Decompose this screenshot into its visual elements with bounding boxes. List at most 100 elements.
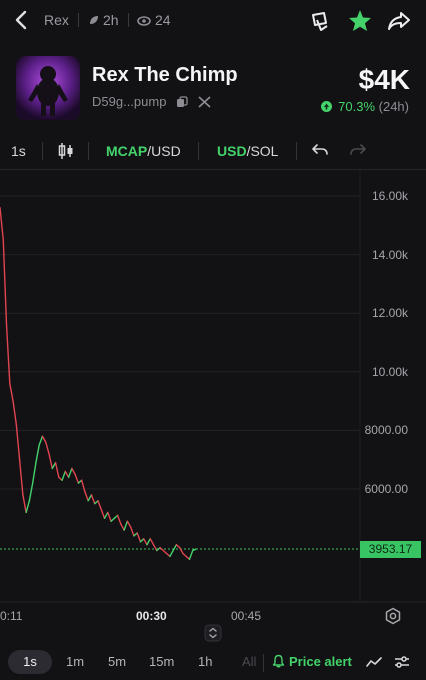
token-age-value: 2h [103,12,119,28]
x-tick-label: 0:11 [0,609,23,623]
series-segment [116,514,122,525]
series-segment [48,453,53,470]
series-segment [28,482,34,502]
series-segment [2,239,8,326]
timeframe-1s[interactable]: 1s [8,650,52,674]
top-bar: Rex 2h 24 [0,0,426,42]
divider [263,654,264,672]
series-segment [35,444,40,464]
y-tick-label: 6000.00 [364,482,408,496]
series-segment [188,549,194,561]
token-price: $4K [358,64,410,95]
price-change-period: (24h) [378,99,409,114]
series-segment [129,526,135,537]
series-segment [15,423,21,461]
back-icon[interactable] [10,8,32,32]
series-segment [22,494,27,514]
undo-icon[interactable] [312,143,328,157]
series-segment [25,500,31,514]
current-price-tag: 3953.17 [360,541,421,558]
y-tick-label: 8000.00 [364,423,408,438]
divider [88,142,89,160]
view-count: 24 [137,12,171,28]
leaf-icon [90,16,98,24]
series-segment [136,532,142,543]
up-arrow-icon [320,101,332,112]
series-segment [107,511,112,522]
usd-sol-toggle[interactable]: USD/SOL [217,143,278,159]
series-segment [61,470,67,481]
y-tick-label: 10.00k [371,364,408,379]
settings-icon[interactable] [384,607,402,625]
mcap-label: MCAP [106,143,148,159]
series-segment [45,441,50,455]
series-segment [143,538,148,546]
token-ticker: Rex [44,12,69,28]
usd-unit: /SOL [246,143,279,159]
series-segment [126,520,132,528]
y-tick-label: 14.00k [371,247,408,262]
series-segment [41,435,47,443]
series-segment [54,461,60,478]
timeframe-15m[interactable]: 15m [149,654,174,669]
series-segment [64,470,70,478]
chart-toolbar: 1s MCAP/USD USD/SOL [0,132,426,170]
chimp-image [16,56,80,120]
series-segment [97,500,102,511]
indicators-icon[interactable] [394,655,410,669]
token-avatar[interactable] [16,56,80,120]
copy-icon[interactable] [176,96,188,108]
line-chart-icon[interactable] [366,655,382,669]
series-segment [12,400,18,426]
share-icon[interactable] [386,8,412,34]
series-segment [152,543,158,552]
series-segment [9,382,14,402]
price-alert-button[interactable]: Price alert [272,654,352,669]
series-segment [169,549,174,558]
series-segment [0,207,4,241]
timeframe-all[interactable]: All [242,654,256,669]
interval-selector[interactable]: 1s [11,143,26,159]
copy-window-icon[interactable] [307,8,333,34]
timeframe-1m[interactable]: 1m [66,654,84,669]
series-segment [84,491,89,502]
x-tick-label: 00:45 [231,609,262,623]
timeframe-1h[interactable]: 1h [198,654,212,669]
token-address-value: D59g...pump [92,94,167,109]
series-segment [5,324,11,385]
eye-icon [137,16,151,26]
series-segment [149,538,155,546]
usd-label: USD [217,143,247,159]
series-segment [38,435,44,446]
series-segment [123,520,129,531]
redo-icon[interactable] [350,143,366,157]
series-segment [120,523,125,531]
divider [42,142,43,160]
expand-handle-icon[interactable] [204,624,222,642]
token-age: 2h [88,12,119,28]
mcap-usd-toggle[interactable]: MCAP/USD [106,143,181,159]
timeframe-5m[interactable]: 5m [108,654,126,669]
series-segment [18,459,24,496]
divider [78,13,79,27]
x-tick-label: 00:30 [136,609,167,623]
bell-icon [272,654,285,668]
star-icon[interactable] [347,8,373,34]
timeframe-bar: 1s 1m 5m 15m 1h All Price alert [0,646,426,680]
series-segment [71,467,76,476]
series-segment [103,511,109,519]
token-name: Rex The Chimp [92,64,238,86]
divider [296,142,297,160]
price-change-percent: 70.3% [338,99,376,114]
price-change: 70.3% (24h) [320,99,409,114]
series-segment [100,508,106,519]
series-segment [87,494,93,502]
y-tick-label: 12.00k [371,306,408,321]
series-segment [90,494,96,505]
series-segment [31,461,37,484]
x-twitter-icon[interactable] [198,96,211,108]
series-segment [67,467,73,478]
view-count-value: 24 [155,12,171,28]
candlestick-icon[interactable] [58,142,74,160]
token-address: D59g...pump [92,94,211,109]
